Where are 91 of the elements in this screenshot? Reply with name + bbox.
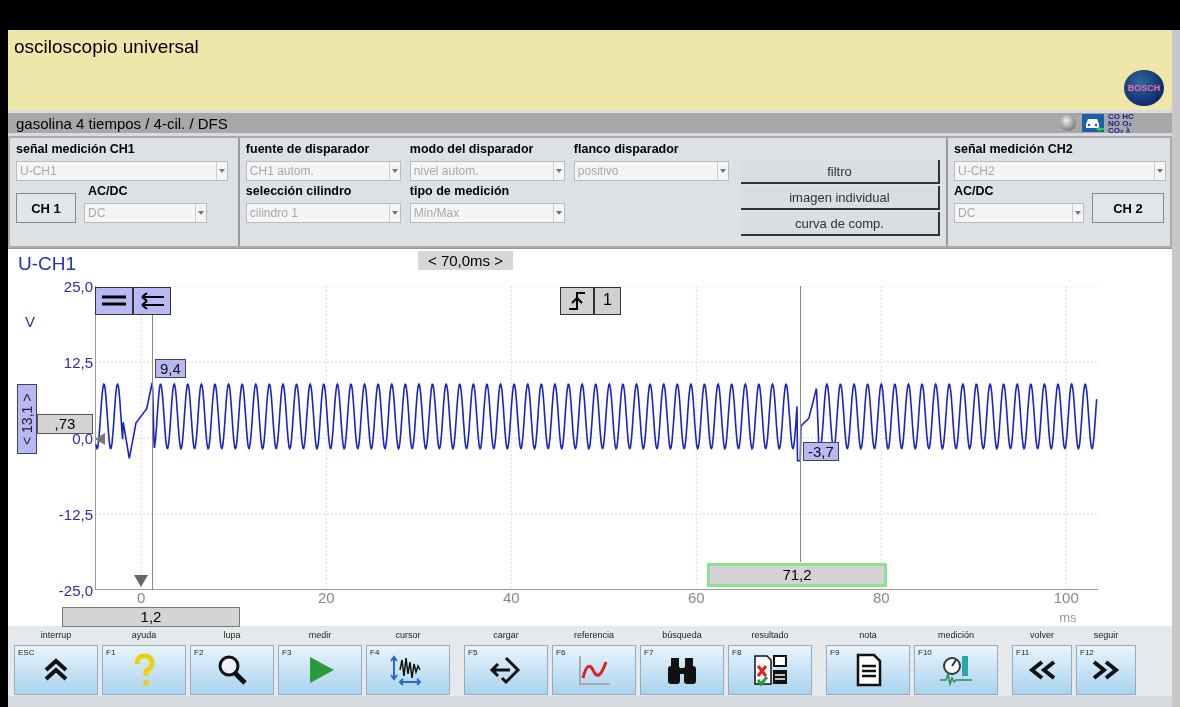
axis-label: 100 [1053,589,1079,606]
field-label: selección cilindro [245,184,353,200]
caret-icon [198,211,204,215]
axis-label: -12,5 [57,506,93,523]
peak-value-label: 9,4 [155,359,186,378]
cursor-readout[interactable]: 71,2 [707,563,887,587]
axis-label: 25,0 [62,278,93,295]
key-label: referencia [574,630,614,642]
key-label: medir [308,630,332,642]
cursor-line[interactable] [152,315,154,590]
caret-icon [219,169,225,173]
caret-icon [1157,169,1163,173]
caret-icon [719,169,726,173]
timebase-control[interactable]: < 70,0ms > [418,251,514,270]
level-range-control[interactable]: < 13,1 > [17,384,37,454]
function-key-button[interactable]: ESC [14,645,98,695]
channel-name: U-CH1 [18,253,77,275]
arrows-left-icon[interactable] [133,287,171,315]
key-label: ayuda [131,630,157,642]
field-label: señal medición CH2 [954,142,1074,158]
trigger-marker-icon[interactable] [134,575,149,587]
emissions-label: CO HC NO O₂ CO₂ λ [1108,112,1135,134]
panel-button[interactable]: imagen individual [740,186,941,210]
channel-button[interactable]: CH 1 [16,193,76,223]
axis-label: 12,5 [62,354,93,371]
axis-label: 20 [317,589,335,606]
dropdown: U-CH2 [954,161,1166,181]
key-label: cargar [493,630,519,642]
peak-value-label: -3,7 [803,442,839,461]
app-title: osciloscopio universal [14,36,199,58]
field-label: AC/DC [954,184,995,200]
channel-button[interactable]: CH 2 [1092,193,1164,223]
panel-button[interactable]: filtro [740,160,941,184]
dropdown: DC [84,203,207,223]
function-key-button[interactable]: F5 [464,645,548,695]
axis-label: 80 [872,589,890,606]
key-label: nota [859,630,877,642]
axis-label: 0 [137,589,146,606]
axis-unit: V [25,313,35,330]
function-key-button[interactable]: F6 [552,645,636,695]
function-key-button[interactable]: F11 [1012,645,1072,695]
field-label: AC/DC [87,184,128,200]
axis-label: -25,0 [57,582,93,599]
key-label: seguir [1093,630,1119,642]
key-label: lupa [223,630,241,642]
status-ball-icon [1060,115,1076,131]
field-label: flanco disparador [573,142,680,158]
car-icon[interactable] [1082,114,1104,132]
caret-icon [1075,211,1081,215]
dropdown: DC [954,203,1084,223]
dropdown: U-CH1 [16,161,228,181]
function-key-button[interactable]: F12 [1076,645,1136,695]
axis-unit: ms [1059,610,1077,625]
function-key-button[interactable]: F7 [640,645,724,695]
function-key-button[interactable]: F1 [102,645,186,695]
function-key-button[interactable]: F8 [728,645,812,695]
equal-lines-icon[interactable] [95,287,133,315]
trigger-control[interactable]: 1 [560,287,621,315]
level-marker-icon[interactable] [95,433,105,445]
function-key-button[interactable]: F4 [366,645,450,695]
dropdown: CH1 autom. [245,161,401,181]
function-key-button[interactable]: F9 [826,645,910,695]
level-value: ,73 [37,414,93,434]
function-key-button[interactable]: F10 [914,645,998,695]
status-text: gasolina 4 tiempos / 4-cil. / DFS [16,114,229,132]
key-label: medición [938,630,974,642]
caret-icon [555,169,562,173]
caret-icon [391,211,398,215]
dropdown: nivel autom. [409,161,565,181]
dropdown: cilindro 1 [245,203,401,223]
cursor-readout[interactable]: 1,2 [62,607,240,627]
key-label: búsqueda [662,630,702,642]
field-label: fuente de disparador [245,142,371,158]
function-key-button[interactable]: F2 [190,645,274,695]
globe-logo: BOSCH [1124,70,1164,106]
key-label: cursor [395,630,421,642]
axis-label: 40 [502,589,520,606]
field-label: señal medición CH1 [16,142,136,158]
function-key-button[interactable]: F3 [278,645,362,695]
dropdown: Min/Max [409,203,565,223]
key-label: resultado [751,630,789,642]
document-printer-icon [752,652,788,688]
caret-icon [555,211,562,215]
field-label: tipo de medición [409,184,511,200]
panel-button[interactable]: curva de comp. [740,212,941,236]
field-label: modo del disparador [409,142,535,158]
caret-icon [391,169,398,173]
key-label: interrup [40,630,72,642]
key-label: volver [1030,630,1054,642]
axis-label: 60 [687,589,705,606]
dropdown: positivo [573,161,729,181]
